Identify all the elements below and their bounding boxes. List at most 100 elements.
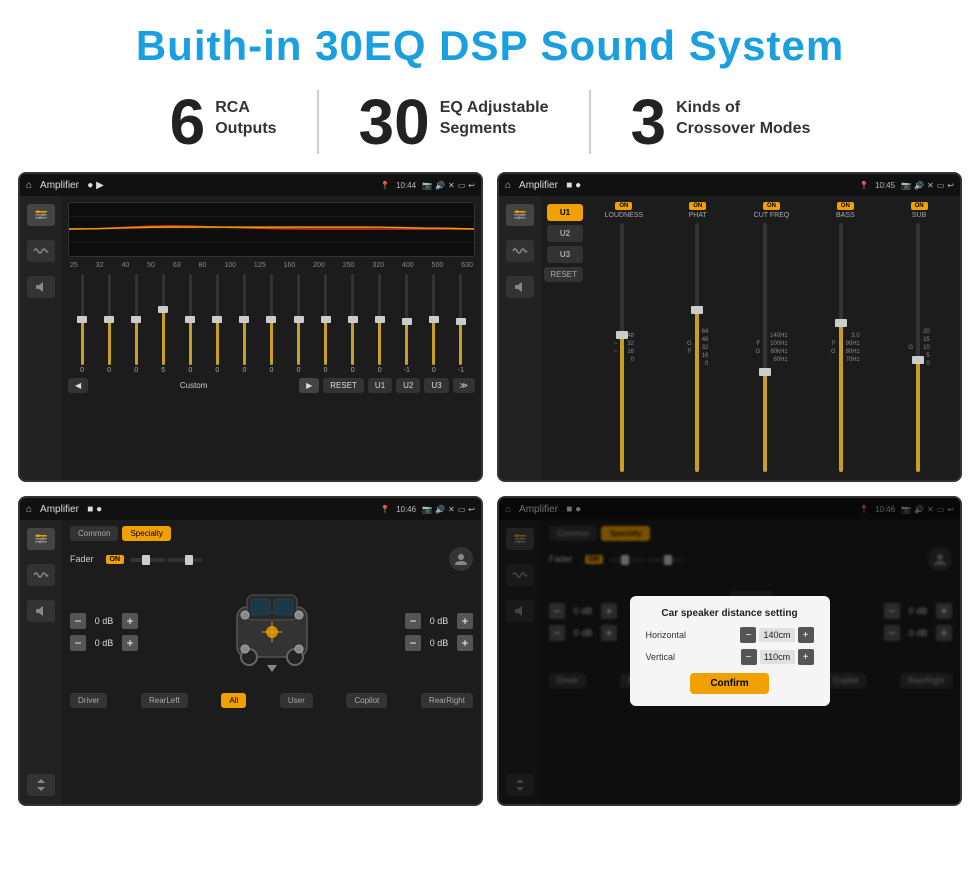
rr-val: 0 dB xyxy=(425,638,453,648)
loudness-on-badge: ON xyxy=(615,202,632,210)
eq-u2-btn[interactable]: U2 xyxy=(396,378,420,393)
fader-rearright-btn[interactable]: RearRight xyxy=(421,693,473,708)
eq-slider-1[interactable]: 0 xyxy=(97,274,121,374)
eq-expand-btn[interactable]: ≫ xyxy=(453,378,475,393)
xover-location-icon: 📍 xyxy=(859,181,869,190)
eq-slider-10[interactable]: 0 xyxy=(341,274,365,374)
fader-profile-icon[interactable] xyxy=(449,547,473,571)
car-diagram-svg xyxy=(217,577,327,687)
fader-filter-icon[interactable] xyxy=(27,528,55,550)
xover-speaker-icon[interactable] xyxy=(506,276,534,298)
dialog-vertical-plus[interactable]: + xyxy=(798,649,814,665)
eq-slider-11[interactable]: 0 xyxy=(368,274,392,374)
left-rear-vol: − 0 dB + xyxy=(70,635,138,651)
freq-125: 125 xyxy=(254,262,266,269)
eq-slider-12[interactable]: -1 xyxy=(395,274,419,374)
xover-volume-icon: 🔊 xyxy=(914,181,924,190)
sub-track[interactable] xyxy=(916,223,920,472)
lf-minus-btn[interactable]: − xyxy=(70,613,86,629)
stat-eq-number: 30 xyxy=(359,90,430,154)
dialog-horizontal-minus[interactable]: − xyxy=(740,627,756,643)
stat-rca-number: 6 xyxy=(170,90,206,154)
lr-val: 0 dB xyxy=(90,638,118,648)
eq-slider-0[interactable]: 0 xyxy=(70,274,94,374)
fader-speaker-icon[interactable] xyxy=(27,600,55,622)
fader-user-btn[interactable]: User xyxy=(280,693,313,708)
fader-tab-common[interactable]: Common xyxy=(70,526,118,541)
freq-500: 500 xyxy=(432,262,444,269)
bass-track[interactable] xyxy=(839,223,843,472)
fader-all-btn[interactable]: All xyxy=(221,693,246,708)
rf-minus-btn[interactable]: − xyxy=(405,613,421,629)
fader-screen: ⌂ Amplifier ■ ● 📍 10:46 📷 🔊 ✕ ▭ ↩ xyxy=(18,496,483,806)
rr-minus-btn[interactable]: − xyxy=(405,635,421,651)
back-icon: ↩ xyxy=(468,181,475,190)
xover-reset-btn[interactable]: RESET xyxy=(544,267,583,282)
phat-track[interactable] xyxy=(695,223,699,472)
fader-rearleft-btn[interactable]: RearLeft xyxy=(141,693,188,708)
fader-title: Amplifier ■ ● xyxy=(36,504,376,515)
xover-u2-btn[interactable]: U2 xyxy=(547,225,583,242)
loudness-right-vals: 48 32 16 0 xyxy=(627,221,634,474)
cutfreq-label: CUT FREQ xyxy=(754,212,790,219)
lr-plus-btn[interactable]: + xyxy=(122,635,138,651)
eq-time: 10:44 xyxy=(396,181,416,190)
dialog-confirm-btn[interactable]: Confirm xyxy=(690,673,768,694)
eq-slider-13[interactable]: 0 xyxy=(422,274,446,374)
eq-slider-9[interactable]: 0 xyxy=(314,274,338,374)
eq-u1-btn[interactable]: U1 xyxy=(368,378,392,393)
fader-slider-1[interactable] xyxy=(130,558,165,562)
fader-copilot-btn[interactable]: Copilot xyxy=(346,693,387,708)
fader-driver-btn[interactable]: Driver xyxy=(70,693,107,708)
lf-plus-btn[interactable]: + xyxy=(122,613,138,629)
fader-camera-icon: 📷 xyxy=(422,505,432,514)
freq-63: 63 xyxy=(173,262,181,269)
eq-reset-btn[interactable]: RESET xyxy=(323,378,364,393)
eq-prev-btn[interactable]: ◀ xyxy=(68,378,88,393)
eq-wave-icon[interactable] xyxy=(27,240,55,262)
eq-filter-icon[interactable] xyxy=(27,204,55,226)
phat-right-vals: 64 48 32 16 0 xyxy=(702,221,709,474)
eq-slider-7[interactable]: 0 xyxy=(259,274,283,374)
fader-slider-2[interactable] xyxy=(167,558,202,562)
xover-content: U1 U2 U3 RESET ON LOUDNESS xyxy=(499,196,960,480)
eq-slider-3[interactable]: 5 xyxy=(151,274,175,374)
eq-controls: ◀ Custom ▶ RESET U1 U2 U3 ≫ xyxy=(68,378,475,393)
eq-speaker-icon[interactable] xyxy=(27,276,55,298)
rr-plus-btn[interactable]: + xyxy=(457,635,473,651)
eq-slider-2[interactable]: 0 xyxy=(124,274,148,374)
eq-slider-5[interactable]: 0 xyxy=(205,274,229,374)
page-wrapper: Buith-in 30EQ DSP Sound System 6 RCAOutp… xyxy=(0,0,980,816)
sub-right-vals: 20 15 10 5 0 xyxy=(923,221,930,474)
fader-wave-icon[interactable] xyxy=(27,564,55,586)
eq-screen: ⌂ Amplifier ● ▶ 📍 10:44 📷 🔊 ✕ ▭ ↩ xyxy=(18,172,483,482)
fader-tab-specialty[interactable]: Specialty xyxy=(122,526,170,541)
xover-filter-icon[interactable] xyxy=(506,204,534,226)
lr-minus-btn[interactable]: − xyxy=(70,635,86,651)
eq-play-btn[interactable]: ▶ xyxy=(299,378,319,393)
eq-slider-4[interactable]: 0 xyxy=(178,274,202,374)
stats-row: 6 RCAOutputs 30 EQ AdjustableSegments 3 … xyxy=(0,80,980,172)
eq-slider-14[interactable]: -1 xyxy=(449,274,473,374)
eq-slider-6[interactable]: 0 xyxy=(232,274,256,374)
crossover-screen: ⌂ Amplifier ■ ● 📍 10:45 📷 🔊 ✕ ▭ ↩ xyxy=(497,172,962,482)
fader-arrows-icon[interactable] xyxy=(27,774,55,796)
page-title: Buith-in 30EQ DSP Sound System xyxy=(0,0,980,80)
xover-main-area: U1 U2 U3 RESET ON LOUDNESS xyxy=(541,196,960,480)
loudness-track[interactable] xyxy=(620,223,624,472)
xover-wave-icon[interactable] xyxy=(506,240,534,262)
dialog-vertical-minus[interactable]: − xyxy=(741,649,757,665)
xover-u3-btn[interactable]: U3 xyxy=(547,246,583,263)
bass-label: BASS xyxy=(836,212,855,219)
eq-sliders: 0 0 0 5 xyxy=(68,274,475,374)
xover-back-icon: ↩ xyxy=(947,181,954,190)
fader-main-area: Common Specialty Fader ON xyxy=(62,520,481,804)
cutfreq-track[interactable] xyxy=(763,223,767,472)
eq-u3-btn[interactable]: U3 xyxy=(424,378,448,393)
rf-plus-btn[interactable]: + xyxy=(457,613,473,629)
xover-u1-btn[interactable]: U1 xyxy=(547,204,583,221)
eq-slider-8[interactable]: 0 xyxy=(287,274,311,374)
dialog-horizontal-label: Horizontal xyxy=(646,630,687,640)
eq-content: 25 32 40 50 63 80 100 125 160 200 250 32… xyxy=(20,196,481,480)
dialog-horizontal-plus[interactable]: + xyxy=(798,627,814,643)
